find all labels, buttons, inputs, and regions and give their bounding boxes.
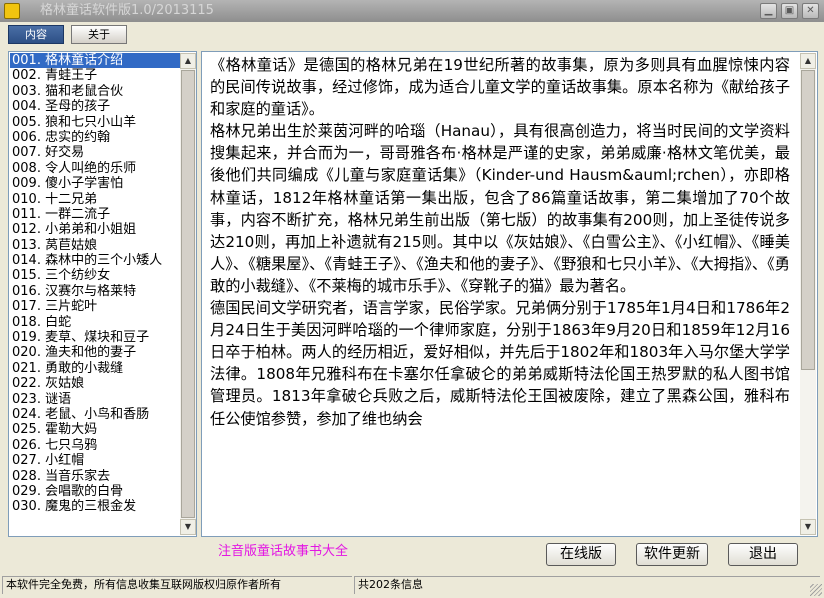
list-item[interactable]: 011. 一群二流子 — [10, 207, 180, 222]
list-item[interactable]: 024. 老鼠、小鸟和香肠 — [10, 407, 180, 422]
list-item[interactable]: 016. 汉赛尔与格莱特 — [10, 284, 180, 299]
list-item[interactable]: 022. 灰姑娘 — [10, 376, 180, 391]
list-item[interactable]: 013. 莴苣姑娘 — [10, 238, 180, 253]
status-count: 共202条信息 — [354, 576, 820, 594]
list-item[interactable]: 007. 好交易 — [10, 145, 180, 160]
content-paragraph: 《格林童话》是德国的格林兄弟在19世纪所著的故事集，原为多则具有血腥惊悚内容的民… — [210, 56, 790, 119]
list-item[interactable]: 012. 小弟弟和小姐姐 — [10, 222, 180, 237]
list-item[interactable]: 006. 忠实的约翰 — [10, 130, 180, 145]
minimize-icon[interactable]: ▁ — [760, 3, 777, 19]
list-item[interactable]: 004. 圣母的孩子 — [10, 99, 180, 114]
list-item[interactable]: 023. 谜语 — [10, 392, 180, 407]
footer-title: 注音版童话故事书大全 — [218, 544, 349, 559]
list-item[interactable]: 025. 霍勒大妈 — [10, 422, 180, 437]
scroll-down-icon[interactable]: ▼ — [180, 519, 196, 535]
status-bar: 本软件完全免费，所有信息收集互联网版权归原作者所有 共202条信息 — [0, 574, 824, 598]
update-button[interactable]: 软件更新 — [636, 543, 708, 566]
list-item[interactable]: 019. 麦草、煤块和豆子 — [10, 330, 180, 345]
list-item[interactable]: 010. 十二兄弟 — [10, 192, 180, 207]
list-item[interactable]: 021. 勇敢的小裁缝 — [10, 361, 180, 376]
story-content: 《格林童话》是德国的格林兄弟在19世纪所著的故事集，原为多则具有血腥惊悚内容的民… — [210, 54, 790, 430]
exit-button[interactable]: 退出 — [728, 543, 798, 566]
content-paragraph: 德国民间文学研究者，语言学家，民俗学家。兄弟俩分别于1785年1月4日和1786… — [210, 299, 790, 428]
list-item[interactable]: 017. 三片蛇叶 — [10, 299, 180, 314]
content-scrollbar[interactable]: ▲ ▼ — [800, 53, 816, 535]
tab-about[interactable]: 关于 — [71, 25, 127, 44]
resize-grip-icon[interactable] — [810, 584, 822, 596]
list-scrollbar[interactable]: ▲ ▼ — [180, 53, 196, 535]
list-item[interactable]: 029. 会唱歌的白骨 — [10, 484, 180, 499]
app-icon — [4, 3, 20, 19]
online-version-button[interactable]: 在线版 — [546, 543, 616, 566]
window-title: 格林童话软件版1.0/2013115 — [40, 3, 214, 18]
list-item[interactable]: 026. 七只乌鸦 — [10, 438, 180, 453]
tab-content[interactable]: 内容 — [8, 25, 64, 44]
list-item[interactable]: 015. 三个纺纱女 — [10, 268, 180, 283]
scroll-down-icon[interactable]: ▼ — [800, 519, 816, 535]
title-bar: 格林童话软件版1.0/2013115 ▁ ▣ ✕ — [0, 0, 824, 22]
list-item[interactable]: 027. 小红帽 — [10, 453, 180, 468]
content-paragraph: 格林兄弟出生於莱茵河畔的哈瑙（Hanau），具有很高创造力，将当时民间的文学资料… — [210, 122, 790, 295]
status-copyright: 本软件完全免费，所有信息收集互联网版权归原作者所有 — [2, 576, 352, 594]
scroll-up-icon[interactable]: ▲ — [800, 53, 816, 69]
scroll-up-icon[interactable]: ▲ — [180, 53, 196, 69]
list-item[interactable]: 020. 渔夫和他的妻子 — [10, 345, 180, 360]
list-item[interactable]: 003. 猫和老鼠合伙 — [10, 84, 180, 99]
list-item[interactable]: 018. 白蛇 — [10, 315, 180, 330]
story-list-items: 001. 格林童话介绍 002. 青蛙王子 003. 猫和老鼠合伙 004. 圣母的孩… — [10, 53, 180, 515]
list-scroll-thumb[interactable] — [181, 70, 195, 518]
story-list[interactable]: 001. 格林童话介绍 002. 青蛙王子 003. 猫和老鼠合伙 004. 圣母的孩… — [8, 51, 197, 537]
maximize-icon[interactable]: ▣ — [781, 3, 798, 19]
list-item[interactable]: 009. 傻小子学害怕 — [10, 176, 180, 191]
list-item[interactable]: 014. 森林中的三个小矮人 — [10, 253, 180, 268]
list-item[interactable]: 001. 格林童话介绍 — [10, 53, 180, 69]
content-scroll-thumb[interactable] — [801, 70, 815, 370]
list-item[interactable]: 030. 魔鬼的三根金发 — [10, 499, 180, 514]
content-text-area[interactable]: 《格林童话》是德国的格林兄弟在19世纪所著的故事集，原为多则具有血腥惊悚内容的民… — [201, 51, 818, 537]
close-icon[interactable]: ✕ — [802, 3, 819, 19]
list-item[interactable]: 028. 当音乐家去 — [10, 469, 180, 484]
list-item[interactable]: 002. 青蛙王子 — [10, 68, 180, 83]
list-item[interactable]: 008. 令人叫绝的乐师 — [10, 161, 180, 176]
list-item[interactable]: 005. 狼和七只小山羊 — [10, 115, 180, 130]
